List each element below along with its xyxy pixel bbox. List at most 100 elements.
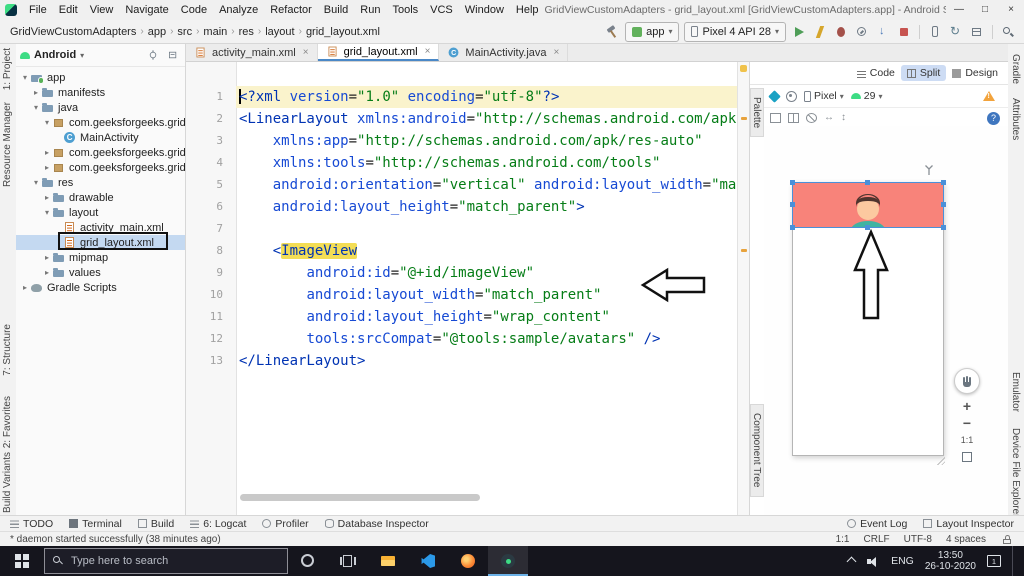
warning-stripe-mark[interactable] (741, 117, 747, 120)
status-message[interactable]: * daemon started successfully (38 minute… (10, 534, 221, 545)
menu-run[interactable]: Run (354, 0, 386, 20)
tree-item-com-geeksforgeeks-gridview[interactable]: ▾ com.geeksforgeeks.gridview (16, 115, 185, 130)
breadcrumb-item-main[interactable]: main (201, 26, 229, 38)
search-everywhere-icon[interactable] (1000, 24, 1016, 40)
menu-edit[interactable]: Edit (53, 0, 84, 20)
code-lines[interactable]: 1 <?xml version="1.0" encoding="utf-8"?> 2… (186, 86, 738, 372)
zoom-ratio-label[interactable]: 1:1 (961, 435, 974, 445)
selection-handle[interactable] (865, 225, 870, 230)
tree-item-com-geeksforgeeks-gridview[interactable]: ▸ com.geeksforgeeks.gridview (16, 160, 185, 175)
breadcrumb-item-gridviewcustomadapters[interactable]: GridViewCustomAdapters (8, 26, 138, 38)
code-editor[interactable]: 1 <?xml version="1.0" encoding="utf-8"?> 2… (186, 62, 749, 515)
show-desktop-button[interactable] (1012, 546, 1016, 576)
tree-expand-arrow[interactable]: ▸ (42, 193, 52, 202)
speaker-icon[interactable] (866, 555, 880, 567)
menu-code[interactable]: Code (175, 0, 213, 20)
inspection-indicator[interactable] (740, 65, 747, 72)
hidden-icons-chevron[interactable] (846, 556, 857, 566)
action-center-icon[interactable]: 1 (987, 555, 1001, 567)
language-indicator[interactable]: ENG (891, 555, 914, 567)
attach-debugger-icon[interactable] (875, 24, 891, 40)
tab-close-icon[interactable]: × (554, 47, 560, 58)
device-select[interactable]: Pixel 4 API 28 ▾ (684, 21, 786, 42)
readonly-lock-icon[interactable] (1000, 533, 1014, 546)
tree-item-manifests[interactable]: ▸ manifests (16, 85, 185, 100)
file-encoding[interactable]: UTF-8 (904, 534, 932, 545)
tree-expand-arrow[interactable]: ▸ (31, 88, 41, 97)
editor-horizontal-scrollbar[interactable] (240, 494, 480, 501)
menu-window[interactable]: Window (459, 0, 510, 20)
selection-handle[interactable] (941, 202, 946, 207)
menu-file[interactable]: File (23, 0, 53, 20)
warning-stripe-mark[interactable] (741, 249, 747, 252)
minimize-button[interactable]: — (946, 0, 972, 20)
tool-window-tab-resource-manager[interactable]: Resource Manager (2, 102, 13, 187)
tree-expand-arrow[interactable]: ▾ (20, 73, 30, 82)
help-icon[interactable]: ? (987, 111, 1000, 125)
pan-hand-button[interactable] (954, 368, 980, 394)
tool-window-button-6-logcat[interactable]: 6: Logcat (190, 518, 246, 530)
menu-vcs[interactable]: VCS (424, 0, 459, 20)
collapse-all-icon[interactable] (167, 49, 180, 62)
antenna-icon[interactable] (924, 164, 934, 179)
editor-tab-mainactivity-java[interactable]: MainActivity.java × (439, 44, 569, 61)
run-button[interactable] (791, 24, 807, 40)
zoom-in-button[interactable]: + (963, 399, 971, 413)
breadcrumb-item-res[interactable]: res (237, 26, 256, 38)
show-layout-icon[interactable] (770, 113, 781, 123)
stop-button[interactable] (896, 24, 912, 40)
task-view-button[interactable] (328, 546, 368, 576)
tree-item-activity-main-xml[interactable]: activity_main.xml (16, 220, 185, 235)
preview-api-select[interactable]: 29 ▾ (850, 90, 882, 102)
menu-refactor[interactable]: Refactor (264, 0, 318, 20)
close-button[interactable]: × (998, 0, 1024, 20)
tree-item-mipmap[interactable]: ▸ mipmap (16, 250, 185, 265)
component-tree-tab[interactable]: Component Tree (750, 404, 764, 497)
tool-window-button-profiler[interactable]: Profiler (262, 518, 309, 530)
tool-window-button-todo[interactable]: TODO (10, 518, 53, 530)
run-configuration-select[interactable]: app ▾ (625, 21, 680, 42)
breadcrumb-item-grid-layout-xml[interactable]: grid_layout.xml (304, 26, 382, 38)
selection-handle[interactable] (790, 202, 795, 207)
vscode-button[interactable] (408, 546, 448, 576)
chevron-down-icon[interactable]: ▾ (80, 51, 84, 60)
profile-button[interactable] (854, 24, 870, 40)
taskbar-search[interactable]: Type here to search (44, 548, 288, 574)
tree-item-mainactivity[interactable]: MainActivity (16, 130, 185, 145)
tool-window-tab-attributes[interactable]: Attributes (1010, 98, 1021, 140)
selection-handle[interactable] (790, 225, 795, 230)
zoom-to-fit-button[interactable] (962, 452, 972, 462)
breadcrumb-item-src[interactable]: src (175, 26, 194, 38)
tree-item-values[interactable]: ▸ values (16, 265, 185, 280)
view-mode-code[interactable]: Code (851, 65, 901, 81)
project-view-selector[interactable]: Android (34, 49, 76, 61)
cortana-button[interactable] (288, 546, 328, 576)
tool-window-button-terminal[interactable]: Terminal (69, 518, 122, 530)
toggle-constraints-icon[interactable] (806, 113, 817, 123)
canvas-resize-handle[interactable] (936, 456, 945, 465)
tool-window-tab-emulator[interactable]: Emulator (1010, 372, 1021, 412)
warning-icon[interactable] (982, 90, 996, 102)
tool-window-tab-7-structure[interactable]: 7: Structure (2, 324, 13, 376)
split-view-icon[interactable] (788, 113, 799, 123)
menu-tools[interactable]: Tools (386, 0, 424, 20)
sdk-manager-icon[interactable] (969, 24, 985, 40)
settings-gear-icon[interactable] (147, 49, 160, 62)
zoom-out-button[interactable]: − (963, 416, 971, 430)
line-ending[interactable]: CRLF (864, 534, 890, 545)
tree-expand-arrow[interactable]: ▸ (42, 148, 52, 157)
editor-vertical-scrollbar[interactable] (737, 62, 749, 515)
tree-expand-arrow[interactable]: ▾ (31, 178, 41, 187)
tool-window-tab-2-favorites[interactable]: 2: Favorites (2, 396, 13, 448)
horizontal-arrows-icon[interactable]: ↔ (824, 113, 834, 123)
palette-tab[interactable]: Palette (750, 88, 764, 138)
breadcrumb-item-layout[interactable]: layout (263, 26, 296, 38)
apply-changes-icon[interactable] (812, 24, 828, 40)
tool-window-tab-device-file-explorer[interactable]: Device File Explorer (1010, 428, 1021, 517)
tree-expand-arrow[interactable]: ▸ (42, 253, 52, 262)
tool-window-tab-build-variants[interactable]: Build Variants (2, 452, 13, 513)
tree-item-app[interactable]: ▾ app (16, 70, 185, 85)
tab-close-icon[interactable]: × (303, 47, 309, 58)
selection-handle[interactable] (790, 180, 795, 185)
view-options-icon[interactable] (786, 90, 797, 102)
